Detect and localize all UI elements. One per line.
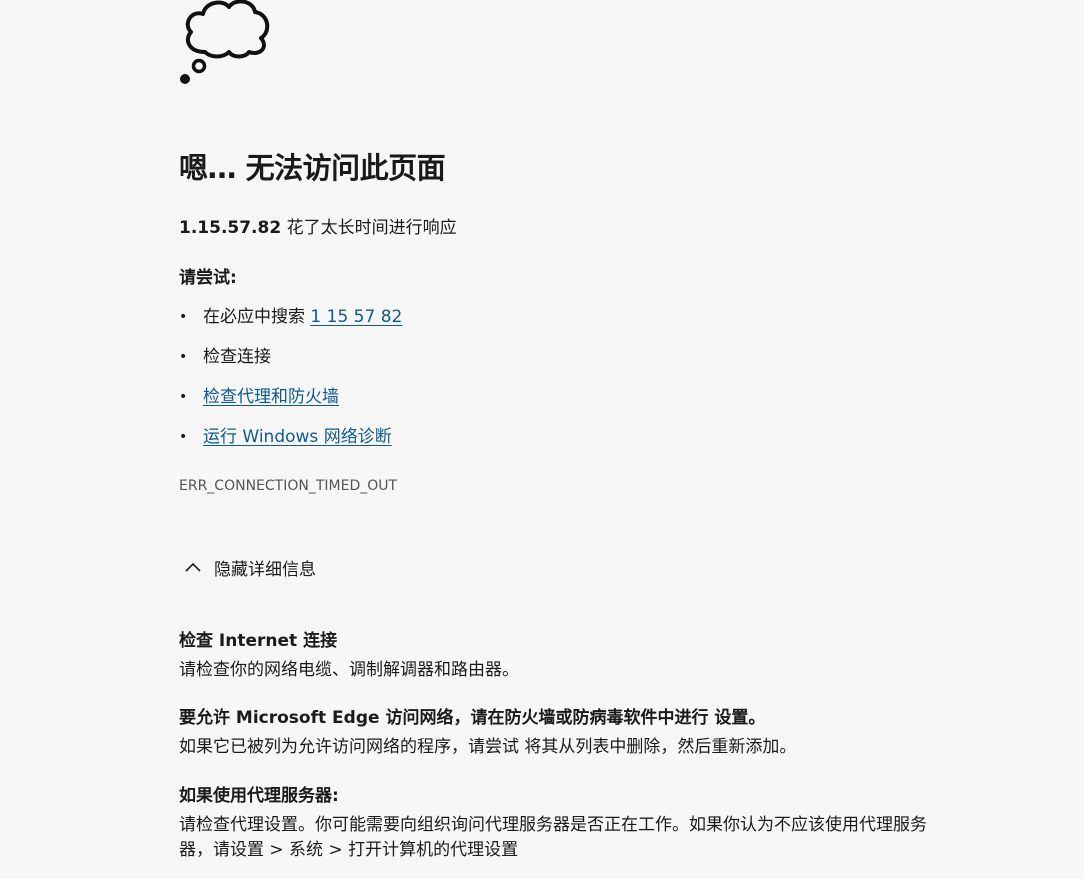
bing-search-link[interactable]: 1 15 57 82: [310, 307, 402, 327]
detail-body: 请检查代理设置。你可能需要向组织询问代理服务器是否正在工作。如果你认为不应该使用…: [179, 815, 927, 860]
bullet-icon: •: [179, 389, 188, 405]
detail-body: 如果它已被列为允许访问网络的程序，请尝试 将其从列表中删除，然后重新添加。: [179, 737, 797, 757]
suggestion-search: • 在必应中搜索 1 15 57 82: [179, 305, 402, 345]
detail-proxy: 如果使用代理服务器: 请检查代理设置。你可能需要向组织询问代理服务器是否正在工作…: [179, 784, 939, 863]
suggestion-network-diagnostics: • 运行 Windows 网络诊断: [179, 425, 402, 465]
detail-title: 如果使用代理服务器:: [179, 786, 339, 806]
suggestion-list: • 在必应中搜索 1 15 57 82 • 检查连接 • 检查代理和防火墙 • …: [179, 305, 402, 465]
hide-details-button[interactable]: 隐藏详细信息: [179, 555, 316, 580]
thought-cloud-icon: [180, 0, 270, 84]
suggestion-check-connection: • 检查连接: [179, 345, 402, 385]
proxy-firewall-link[interactable]: 检查代理和防火墙: [203, 387, 339, 407]
bullet-icon: •: [179, 429, 188, 445]
network-diagnostics-link[interactable]: 运行 Windows 网络诊断: [203, 427, 392, 447]
detail-body: 请检查你的网络电缆、调制解调器和路由器。: [179, 660, 519, 680]
bullet-icon: •: [179, 309, 188, 325]
page-title: 嗯… 无法访问此页面: [179, 151, 446, 185]
status-message: 1.15.57.82 花了太长时间进行响应: [179, 213, 457, 238]
chevron-up-icon: [185, 562, 201, 572]
try-heading: 请尝试:: [179, 268, 237, 288]
suggestion-text: 检查连接: [203, 347, 271, 367]
error-code: ERR_CONNECTION_TIMED_OUT: [179, 478, 398, 494]
suggestion-text: 在必应中搜索: [203, 307, 311, 327]
suggestion-proxy-firewall: • 检查代理和防火墙: [179, 385, 402, 425]
detail-firewall: 要允许 Microsoft Edge 访问网络，请在防火墙或防病毒软件中进行 设…: [179, 706, 939, 760]
details-toggle-label: 隐藏详细信息: [214, 559, 316, 580]
detail-title: 要允许 Microsoft Edge 访问网络，请在防火墙或防病毒软件中进行 设…: [179, 708, 766, 728]
host-address: 1.15.57.82: [179, 218, 282, 238]
detail-check-internet: 检查 Internet 连接 请检查你的网络电缆、调制解调器和路由器。: [179, 629, 939, 683]
error-page: 嗯… 无法访问此页面 1.15.57.82 花了太长时间进行响应 请尝试: • …: [0, 0, 1084, 879]
bullet-icon: •: [179, 349, 188, 365]
status-text: 花了太长时间进行响应: [281, 218, 457, 238]
detail-title: 检查 Internet 连接: [179, 631, 338, 651]
